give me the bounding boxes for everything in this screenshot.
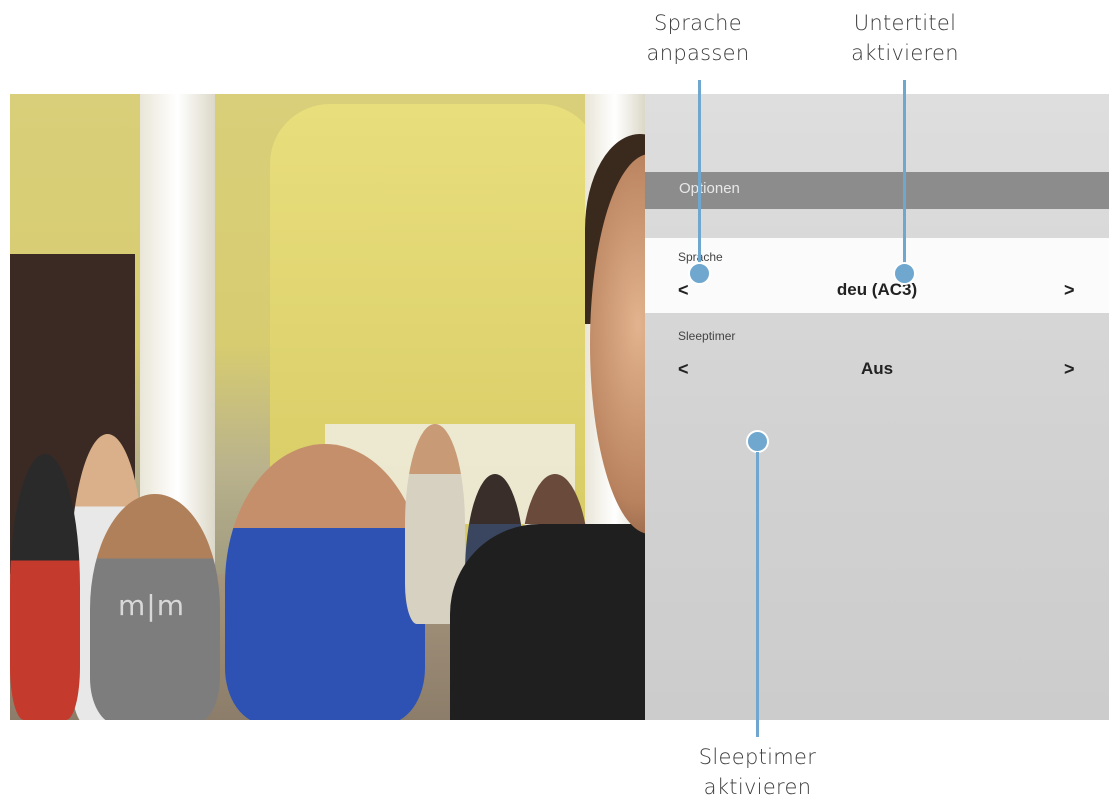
callout-sleeptimer-line2: aktivieren — [703, 775, 812, 799]
video-person — [225, 444, 425, 720]
callout-subtitles-line1: Untertitel — [853, 11, 957, 35]
option-label-sleeptimer: Sleeptimer — [678, 329, 736, 343]
video-foreground-shoulder — [450, 524, 645, 720]
language-value: deu (AC3) — [836, 280, 918, 299]
sleeptimer-value: Aus — [860, 359, 894, 378]
callout-subtitles-line2: aktivieren — [851, 41, 959, 65]
callout-sleeptimer-line1: Sleeptimer — [698, 745, 817, 769]
option-row-language[interactable]: Sprache < deu (AC3) > — [645, 238, 1109, 313]
callout-language-dot — [688, 262, 711, 285]
options-panel: Optionen Sprache < deu (AC3) > Sleeptime… — [645, 94, 1109, 720]
video-frame[interactable]: m|m — [10, 94, 645, 720]
option-row-sleeptimer[interactable]: Sleeptimer < Aus > — [645, 317, 1109, 392]
channel-watermark: m|m — [118, 589, 185, 622]
callout-language-line — [698, 80, 701, 270]
callout-subtitles-label: Untertitel aktivieren — [830, 8, 980, 68]
language-next-arrow[interactable]: > — [1064, 280, 1075, 300]
callout-subtitles-dot — [893, 262, 916, 285]
callout-language-line2: anpassen — [646, 41, 750, 65]
callout-sleeptimer-dot — [746, 430, 769, 453]
video-person — [10, 454, 80, 720]
callout-language-label: Sprache anpassen — [628, 8, 768, 68]
callout-subtitles-line — [903, 80, 906, 270]
options-title-bar: Optionen — [645, 172, 1109, 209]
callout-language-line1: Sprache — [653, 11, 743, 35]
sleeptimer-next-arrow[interactable]: > — [1064, 359, 1075, 379]
options-title: Optionen — [679, 180, 740, 197]
callout-sleeptimer-label: Sleeptimer aktivieren — [680, 742, 835, 802]
callout-sleeptimer-line — [756, 452, 759, 737]
